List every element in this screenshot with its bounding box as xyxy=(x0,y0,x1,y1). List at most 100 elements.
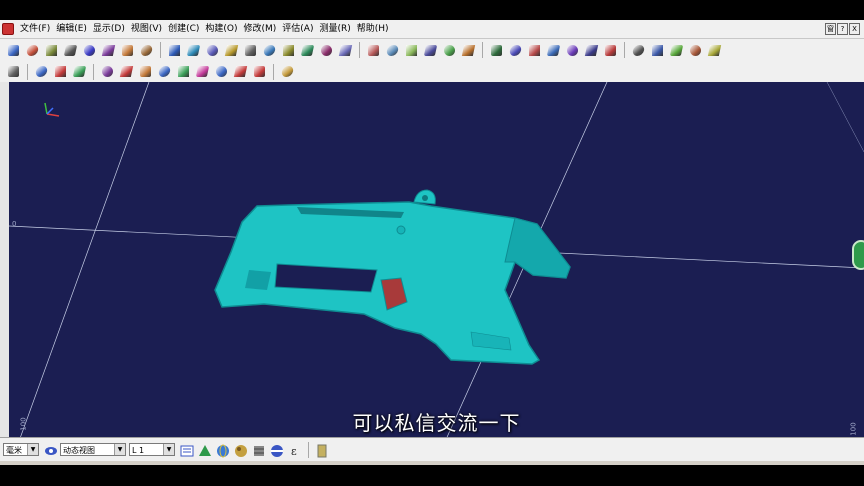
open-button[interactable] xyxy=(44,43,59,58)
select-button[interactable] xyxy=(6,64,21,79)
check-button[interactable] xyxy=(442,43,457,58)
menu-view[interactable]: 视图(V) xyxy=(128,20,165,38)
wave-button[interactable] xyxy=(157,64,172,79)
arrow-button[interactable] xyxy=(53,64,68,79)
spline-button[interactable] xyxy=(34,64,49,79)
menu-construct[interactable]: 构建(O) xyxy=(202,20,240,38)
toolbar-separator xyxy=(482,42,483,58)
tool2-icon xyxy=(669,44,684,56)
cube-button[interactable] xyxy=(101,43,116,58)
filter-icon[interactable] xyxy=(315,443,329,457)
point-button[interactable] xyxy=(167,43,182,58)
plane-button[interactable] xyxy=(205,43,220,58)
sphere-icon[interactable] xyxy=(270,443,284,457)
barrel-icon[interactable] xyxy=(252,443,266,457)
texture-icon[interactable] xyxy=(234,443,248,457)
lock-button[interactable] xyxy=(224,43,239,58)
grid-button[interactable] xyxy=(100,64,115,79)
import-icon xyxy=(8,44,19,56)
cross-button[interactable] xyxy=(233,64,248,79)
toolbar-separator xyxy=(27,63,28,80)
zebra-button[interactable] xyxy=(603,43,618,58)
mesh-button[interactable] xyxy=(120,43,135,58)
tool2-button[interactable] xyxy=(669,43,684,58)
deviation-icon xyxy=(461,44,476,56)
section-button[interactable] xyxy=(300,43,315,58)
no-button[interactable] xyxy=(252,64,267,79)
3d-viewport[interactable]: 0 100 100 可以私信交流一下 xyxy=(9,82,864,455)
close-button[interactable]: X xyxy=(849,23,860,35)
axis-zero-label: 0 xyxy=(12,220,17,228)
open-icon xyxy=(46,44,57,56)
import-button[interactable] xyxy=(6,43,21,58)
layers-icon xyxy=(84,44,95,56)
measure-button[interactable] xyxy=(423,43,438,58)
hatch-button[interactable] xyxy=(584,43,599,58)
curve-button[interactable] xyxy=(186,43,201,58)
layer-select[interactable]: L 1 ▼ xyxy=(129,443,175,456)
menu-evaluate[interactable]: 评估(A) xyxy=(279,20,316,38)
unit-select[interactable]: 毫米 ▼ xyxy=(3,443,39,456)
palette-button[interactable] xyxy=(280,64,295,79)
tool3-button[interactable] xyxy=(688,43,703,58)
target-icon xyxy=(178,66,189,77)
chevron-down-icon: ▼ xyxy=(163,444,174,455)
menu-file[interactable]: 文件(F) xyxy=(17,20,53,38)
view-mode-value: 动态视图 xyxy=(63,446,95,455)
menu-display[interactable]: 显示(D) xyxy=(90,20,128,38)
app-logo-icon xyxy=(2,23,14,35)
menu-create[interactable]: 创建(C) xyxy=(165,20,202,38)
help-button[interactable]: ? xyxy=(837,23,848,35)
body-icon xyxy=(262,44,277,56)
scale-button[interactable] xyxy=(404,43,419,58)
fill-button[interactable] xyxy=(338,43,353,58)
body-button[interactable] xyxy=(262,43,277,58)
menu-measure[interactable]: 测量(R) xyxy=(316,20,353,38)
surface-button[interactable] xyxy=(139,43,154,58)
scanned-part-mesh[interactable] xyxy=(214,189,571,365)
branch-button[interactable] xyxy=(214,64,229,79)
menu-edit[interactable]: 编辑(E) xyxy=(53,20,90,38)
deviation-button[interactable] xyxy=(461,43,476,58)
layers-button[interactable] xyxy=(82,43,97,58)
reflect-button[interactable] xyxy=(565,43,580,58)
cad-application: 文件(F) 编辑(E) 显示(D) 视图(V) 创建(C) 构建(O) 修改(M… xyxy=(0,20,864,465)
render-button[interactable] xyxy=(508,43,523,58)
target-button[interactable] xyxy=(176,64,191,79)
light-button[interactable] xyxy=(546,43,561,58)
pencil-button[interactable] xyxy=(707,43,722,58)
tree-icon[interactable] xyxy=(198,443,212,457)
camera-icon[interactable] xyxy=(44,443,58,457)
print-button[interactable] xyxy=(63,43,78,58)
restore-button[interactable]: 窗 xyxy=(825,23,836,35)
flash-button[interactable] xyxy=(119,64,134,79)
align-button[interactable] xyxy=(366,43,381,58)
side-panel-handle[interactable] xyxy=(852,240,864,270)
hook-button[interactable] xyxy=(138,64,153,79)
render-icon xyxy=(508,44,523,56)
menu-modify[interactable]: 修改(M) xyxy=(240,20,279,38)
wire-button[interactable] xyxy=(527,43,542,58)
export-button[interactable] xyxy=(25,43,40,58)
no-icon xyxy=(254,66,265,77)
transform-button[interactable] xyxy=(385,43,400,58)
gauge-button[interactable] xyxy=(631,43,646,58)
chart-button[interactable] xyxy=(281,43,296,58)
cylinder-button[interactable] xyxy=(72,64,87,79)
patch-button[interactable] xyxy=(319,43,334,58)
menu-help[interactable]: 帮助(H) xyxy=(354,20,392,38)
view-mode-select[interactable]: 动态视图 ▼ xyxy=(60,443,126,456)
epsilon-icon[interactable]: ε xyxy=(288,443,302,458)
front-recess xyxy=(245,270,271,290)
shape-button[interactable] xyxy=(243,43,258,58)
part-shell-channel xyxy=(504,217,571,279)
boss-hole xyxy=(422,195,428,201)
toolbar-separator xyxy=(273,63,274,80)
tool1-button[interactable] xyxy=(650,43,665,58)
globe-icon[interactable] xyxy=(216,443,230,457)
snake-button[interactable] xyxy=(195,64,210,79)
align-icon xyxy=(368,44,379,56)
shade-button[interactable] xyxy=(489,43,504,58)
light-icon xyxy=(546,44,561,56)
list-icon[interactable] xyxy=(180,443,194,457)
